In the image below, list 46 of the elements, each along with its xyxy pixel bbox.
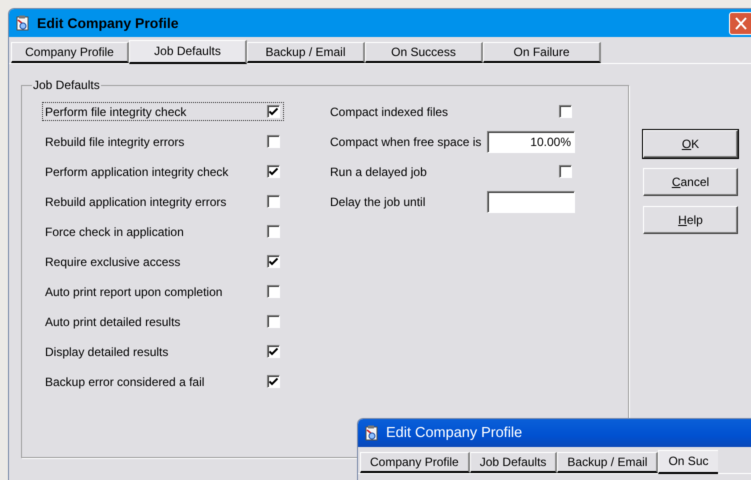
checkbox[interactable] bbox=[267, 105, 280, 118]
tab[interactable]: Company Profile bbox=[11, 42, 129, 63]
tab[interactable]: Company Profile bbox=[360, 452, 470, 473]
option-label: Run a delayed job bbox=[330, 164, 427, 178]
option-label: Perform file integrity check bbox=[45, 104, 186, 118]
checkbox[interactable] bbox=[559, 105, 572, 118]
option-label: Rebuild file integrity errors bbox=[45, 134, 184, 148]
option-label: Auto print detailed results bbox=[45, 314, 180, 328]
window-title: Edit Company Profile bbox=[386, 425, 524, 441]
window-title: Edit Company Profile bbox=[37, 15, 180, 31]
document-icon bbox=[364, 425, 380, 441]
document-icon bbox=[15, 15, 31, 31]
tab[interactable]: Job Defaults bbox=[129, 40, 247, 64]
checkbox[interactable] bbox=[267, 285, 280, 298]
tab[interactable]: On Success bbox=[365, 42, 483, 63]
checkbox[interactable] bbox=[267, 195, 280, 208]
option-label: Auto print report upon completion bbox=[45, 284, 222, 298]
checkbox[interactable] bbox=[267, 255, 280, 268]
checkbox[interactable] bbox=[267, 225, 280, 238]
option-label: Compact indexed files bbox=[330, 104, 448, 118]
tab[interactable]: Backup / Email bbox=[247, 42, 365, 63]
checkbox[interactable] bbox=[267, 315, 280, 328]
input-field[interactable]: 10.00% bbox=[487, 130, 575, 152]
tab[interactable]: Job Defaults bbox=[470, 452, 558, 473]
checkbox[interactable] bbox=[267, 345, 280, 358]
option-label: Force check in application bbox=[45, 224, 184, 238]
tab[interactable]: Backup / Email bbox=[557, 452, 658, 473]
option-label: Perform application integrity check bbox=[45, 164, 228, 178]
checkbox[interactable] bbox=[267, 165, 280, 178]
option-label: Backup error considered a fail bbox=[45, 374, 204, 388]
option-label: Require exclusive access bbox=[45, 254, 180, 268]
field-label: Delay the job until bbox=[330, 194, 426, 208]
input-field[interactable] bbox=[487, 190, 575, 212]
checkbox[interactable] bbox=[559, 165, 572, 178]
checkbox[interactable] bbox=[267, 135, 280, 148]
tab[interactable]: On Failure bbox=[483, 42, 601, 63]
dialog-button[interactable]: Cancel bbox=[643, 168, 738, 196]
close-icon[interactable] bbox=[729, 12, 751, 34]
group-title: Job Defaults bbox=[32, 78, 101, 92]
option-label: Display detailed results bbox=[45, 344, 168, 358]
option-label: Rebuild application integrity errors bbox=[45, 194, 226, 208]
checkbox[interactable] bbox=[267, 375, 280, 388]
field-label: Compact when free space is bbox=[330, 134, 482, 148]
tab[interactable]: On Suc bbox=[658, 450, 718, 474]
dialog-button[interactable]: Help bbox=[643, 206, 738, 234]
dialog-button[interactable]: OK bbox=[643, 130, 738, 158]
